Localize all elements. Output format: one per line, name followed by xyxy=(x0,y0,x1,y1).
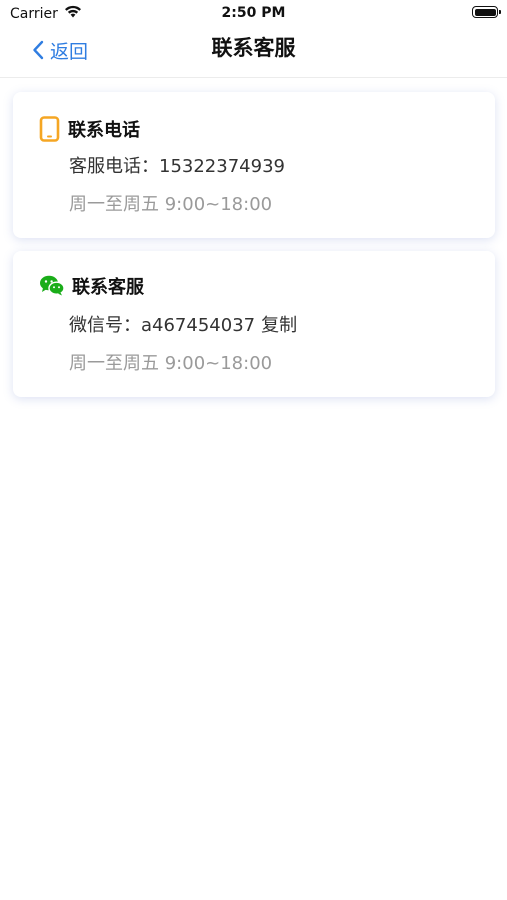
service-hours: 周一至周五 9:00~18:00 xyxy=(69,194,273,215)
status-bar: Carrier 2:50 PM xyxy=(0,0,507,28)
status-time: 2:50 PM xyxy=(221,5,286,21)
card-header: 联系客服 xyxy=(39,275,144,301)
contact-phone-card: 联系电话 客服电话：15322374939 周一至周五 9:00~18:00 xyxy=(13,92,495,238)
navigation-bar: 返回 联系客服 xyxy=(0,28,507,78)
battery-icon xyxy=(472,6,501,18)
wechat-id-row: 微信号：a467454037 复制 xyxy=(69,314,297,338)
wechat-id: 微信号：a467454037 xyxy=(69,315,256,336)
card-title: 联系客服 xyxy=(72,277,144,298)
service-hours: 周一至周五 9:00~18:00 xyxy=(69,353,273,374)
card-header: 联系电话 xyxy=(39,116,140,146)
page-title: 联系客服 xyxy=(211,36,296,60)
wechat-icon xyxy=(39,275,65,301)
copy-button[interactable]: 复制 xyxy=(261,315,297,336)
contact-wechat-card: 联系客服 微信号：a467454037 复制 周一至周五 9:00~18:00 xyxy=(13,251,495,397)
card-title: 联系电话 xyxy=(68,120,140,141)
phone-icon xyxy=(39,116,61,146)
phone-number[interactable]: 客服电话：15322374939 xyxy=(69,155,285,179)
